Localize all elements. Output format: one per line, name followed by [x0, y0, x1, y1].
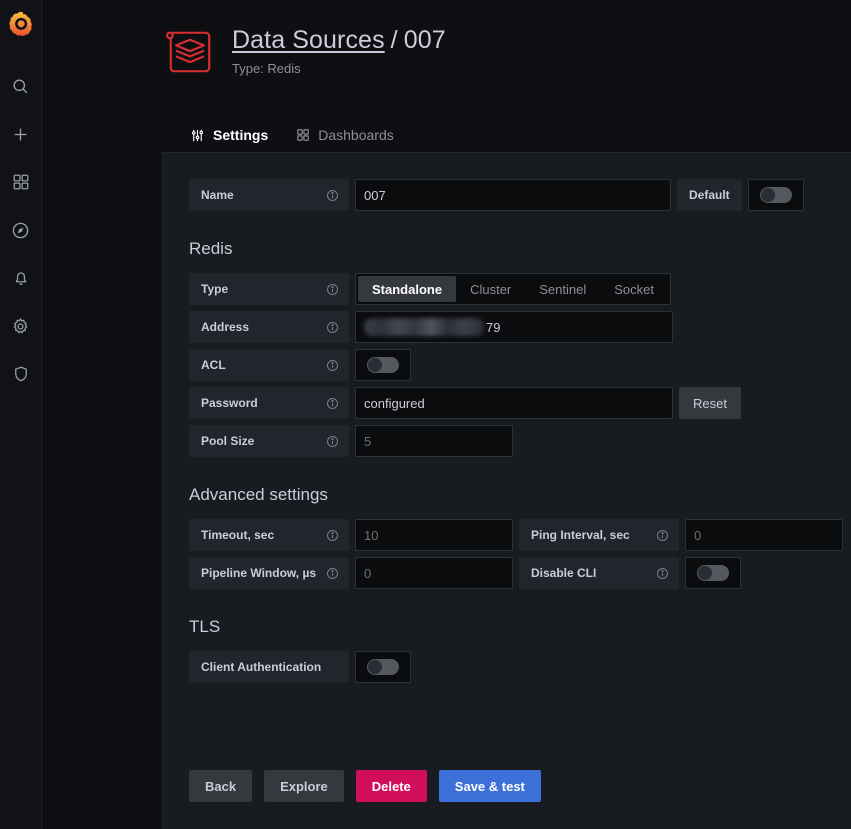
ping-interval-label: Ping Interval, sec	[519, 519, 679, 551]
page-tabs: Settings Dashboards	[178, 118, 851, 156]
client-authentication-label: Client Authentication	[189, 651, 349, 683]
info-circle-icon[interactable]	[326, 359, 339, 372]
info-circle-icon[interactable]	[326, 397, 339, 410]
info-circle-icon[interactable]	[326, 189, 339, 202]
type-radio-group: Standalone Cluster Sentinel Socket	[355, 273, 671, 305]
pipeline-window-label: Pipeline Window, µs	[189, 557, 349, 589]
advanced-section-heading: Advanced settings	[189, 485, 328, 504]
type-row: Type Standalone Cluster Sentinel Socket	[189, 273, 843, 305]
address-visible-suffix: 79	[486, 319, 501, 335]
info-circle-icon[interactable]	[326, 567, 339, 580]
pool-size-row: Pool Size 5	[189, 425, 843, 457]
grafana-app-window: Data Sources/007 Type: Redis Settings Da…	[0, 0, 851, 829]
plus-icon	[14, 128, 27, 140]
sidebar-item-configuration[interactable]	[0, 302, 42, 350]
type-label: Type	[189, 273, 349, 305]
acl-toggle[interactable]	[355, 349, 411, 381]
sidebar-item-alerting[interactable]	[0, 254, 42, 302]
info-circle-icon[interactable]	[326, 283, 339, 296]
name-label: Name	[189, 179, 349, 211]
address-input[interactable]: 79	[355, 311, 673, 343]
page-area: Data Sources/007 Type: Redis Settings Da…	[42, 0, 851, 829]
explore-button[interactable]: Explore	[264, 770, 344, 802]
info-circle-icon[interactable]	[656, 567, 669, 580]
default-label: Default	[677, 179, 742, 211]
default-toggle[interactable]	[747, 179, 804, 211]
sidebar-item-search[interactable]	[0, 62, 42, 110]
datasource-type-subtitle: Type: Redis	[232, 61, 301, 76]
search-icon	[13, 78, 28, 93]
settings-panel: Name 007 Default Redis Type Standalone C…	[162, 152, 851, 829]
tab-settings-label: Settings	[213, 127, 269, 143]
page-header: Data Sources/007 Type: Redis	[162, 22, 851, 80]
page-title: Data Sources/007	[232, 26, 446, 55]
shield-icon	[14, 366, 27, 382]
tab-settings[interactable]: Settings	[178, 118, 280, 156]
ping-interval-input[interactable]: 0	[685, 519, 843, 551]
gear-icon	[13, 317, 28, 333]
left-nav-sidebar	[0, 0, 42, 829]
type-option-standalone[interactable]: Standalone	[358, 276, 457, 302]
form-action-buttons: Back Explore Delete Save & test	[189, 770, 541, 802]
acl-row: ACL	[189, 349, 843, 381]
pipeline-window-input[interactable]: 0	[355, 557, 513, 589]
password-label: Password	[189, 387, 349, 419]
disable-cli-label: Disable CLI	[519, 557, 679, 589]
bell-icon	[15, 272, 26, 285]
name-input[interactable]: 007	[355, 179, 671, 211]
redis-section-heading: Redis	[189, 239, 233, 258]
save-and-test-button[interactable]: Save & test	[438, 770, 541, 802]
timeout-input[interactable]: 10	[355, 519, 513, 551]
redis-datasource-icon	[162, 24, 218, 80]
breadcrumb-current: 007	[403, 26, 446, 54]
breadcrumb-separator: /	[390, 26, 398, 54]
type-option-cluster[interactable]: Cluster	[456, 276, 525, 302]
apps-grid-icon	[297, 129, 310, 141]
compass-icon	[12, 222, 29, 238]
address-label: Address	[189, 311, 349, 343]
tab-dashboards[interactable]: Dashboards	[284, 118, 406, 152]
sidebar-item-dashboards[interactable]	[0, 158, 42, 206]
grafana-logo[interactable]	[5, 8, 37, 40]
client-auth-row: Client Authentication	[189, 651, 843, 683]
sidebar-item-create[interactable]	[0, 110, 42, 158]
tls-section-heading: TLS	[189, 617, 221, 636]
advanced-row-1: Timeout, sec 10 Ping Interval, sec 0	[189, 519, 843, 551]
disable-cli-toggle[interactable]	[685, 557, 741, 589]
advanced-row-2: Pipeline Window, µs 0 Disable CLI	[189, 557, 843, 589]
info-circle-icon[interactable]	[326, 435, 339, 448]
address-redaction-blur	[364, 318, 484, 336]
back-button[interactable]: Back	[189, 770, 253, 802]
breadcrumb-data-sources-link[interactable]: Data Sources	[232, 26, 385, 54]
pool-size-input[interactable]: 5	[355, 425, 513, 457]
client-authentication-toggle[interactable]	[355, 651, 411, 683]
pool-size-label: Pool Size	[189, 425, 349, 457]
name-row: Name 007 Default	[189, 179, 843, 211]
acl-label: ACL	[189, 349, 349, 381]
tab-dashboards-label: Dashboards	[318, 127, 394, 143]
grafana-logo-icon	[8, 11, 32, 36]
sliders-icon	[191, 129, 204, 141]
password-reset-button[interactable]: Reset	[679, 387, 741, 419]
type-option-sentinel[interactable]: Sentinel	[525, 276, 600, 302]
info-circle-icon[interactable]	[326, 321, 339, 334]
delete-button[interactable]: Delete	[355, 770, 427, 802]
password-row: Password configured Reset	[189, 387, 843, 419]
sidebar-item-explore[interactable]	[0, 206, 42, 254]
timeout-label: Timeout, sec	[189, 519, 349, 551]
type-option-socket[interactable]: Socket	[600, 276, 668, 302]
address-row: Address 79	[189, 311, 843, 343]
info-circle-icon[interactable]	[326, 529, 339, 542]
sidebar-item-server-admin[interactable]	[0, 350, 42, 398]
info-circle-icon[interactable]	[656, 529, 669, 542]
password-input[interactable]: configured	[355, 387, 673, 419]
dashboards-icon	[13, 174, 28, 190]
